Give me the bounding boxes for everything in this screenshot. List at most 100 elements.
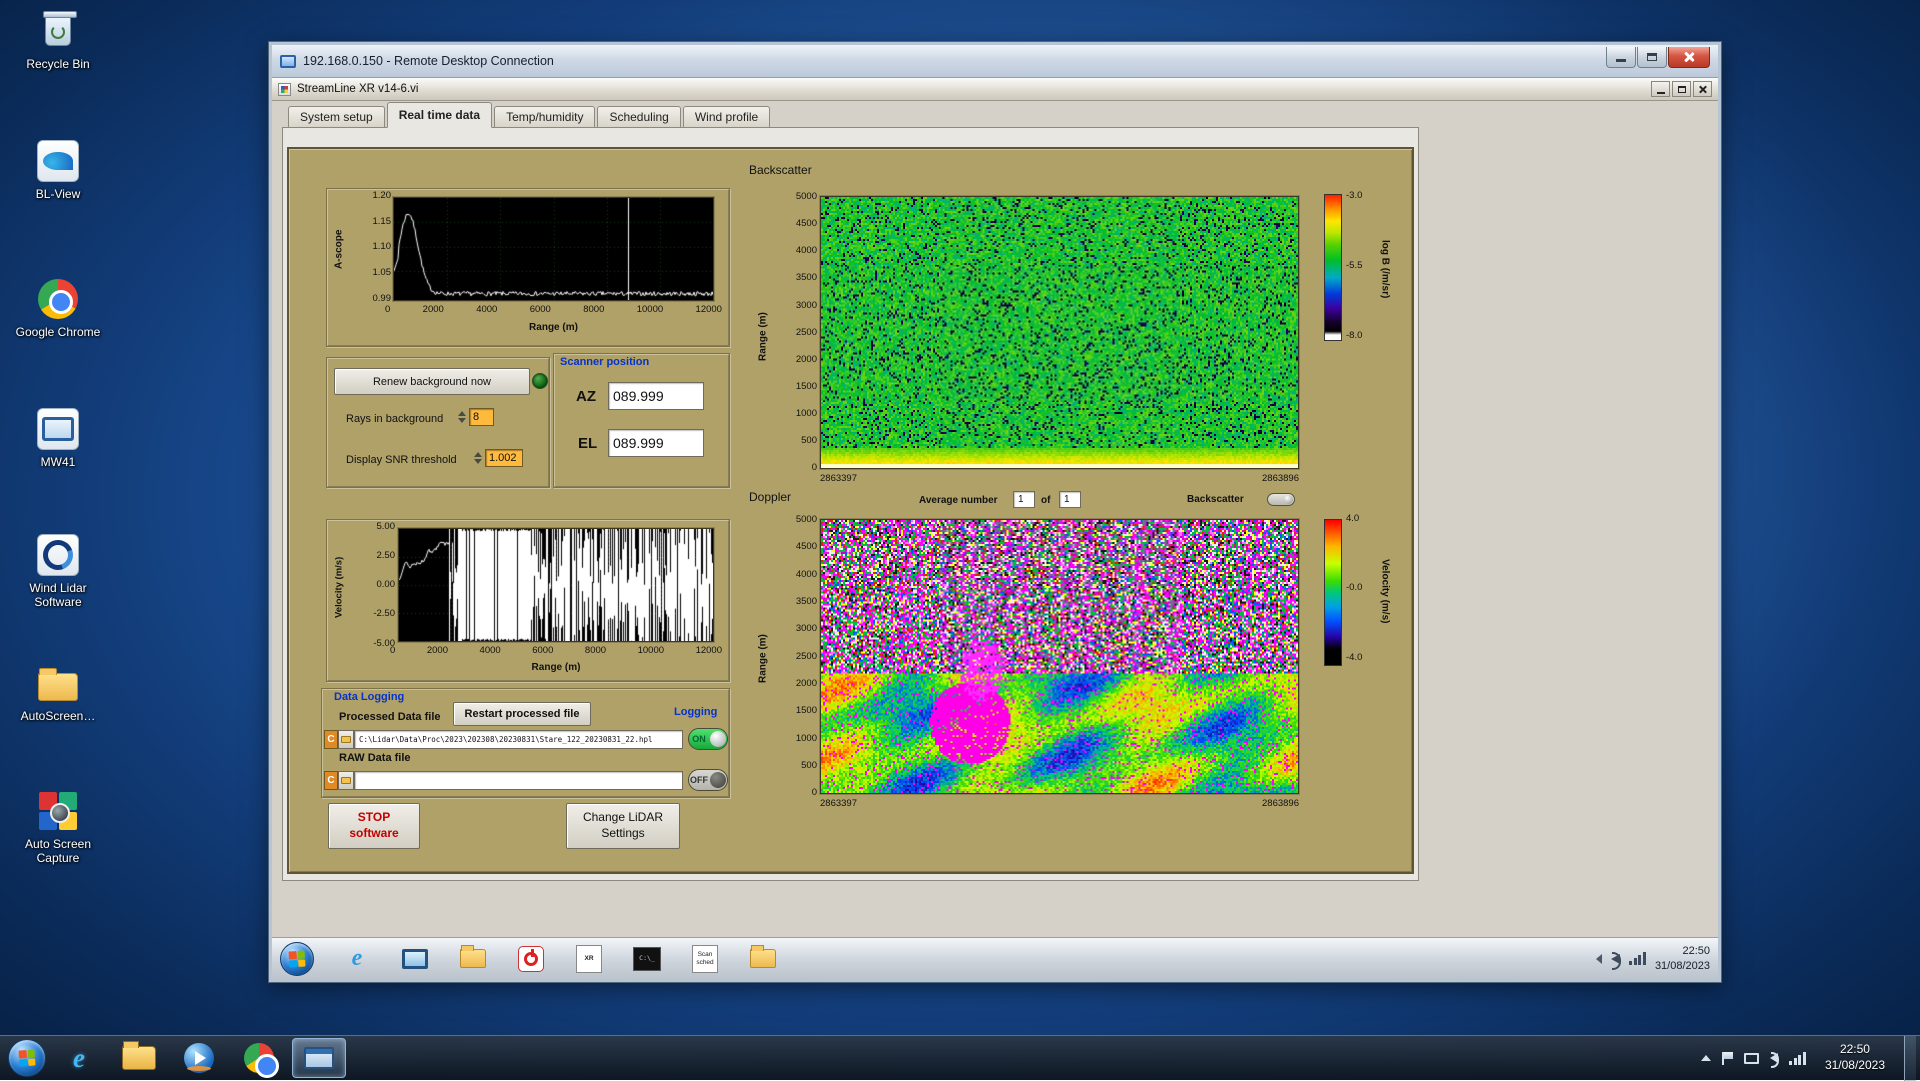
command-prompt-taskbar-icon[interactable]: C:\_ [632,944,662,974]
autoscreen-folder-icon [35,660,81,706]
processed-logging-toggle[interactable]: ON [688,728,728,750]
tab-real-time-data[interactable]: Real time data [387,102,492,128]
velocity-canvas [399,529,713,641]
desktop-icon-autoscreen[interactable]: AutoScreen… [10,660,106,724]
desktop-icon-bl-view[interactable]: BL-View [10,138,106,202]
stop-app-taskbar-icon[interactable] [516,944,546,974]
display-icon[interactable] [1744,1053,1759,1064]
rdp-maximize-button[interactable] [1637,47,1667,68]
tab-scheduling[interactable]: Scheduling [597,106,680,127]
desktop-icon-wind-lidar-software[interactable]: Wind Lidar Software [10,532,106,610]
minimize-icon [1657,92,1665,94]
tick-label: 4000 [476,305,497,315]
app-minimize-button[interactable] [1651,81,1670,97]
folder2-taskbar-icon[interactable] [748,944,778,974]
folder-icon [122,1046,156,1070]
tick-label: 8000 [583,305,604,315]
rdp-titlebar[interactable]: 192.168.0.150 - Remote Desktop Connectio… [272,45,1718,78]
app-restore-button[interactable] [1672,81,1691,97]
raw-drive-box[interactable]: C [324,771,338,790]
raw-logging-toggle[interactable]: OFF [688,769,728,791]
taskbar-clock[interactable]: 22:50 31/08/2023 [1817,1042,1893,1073]
scanner-position-title: Scanner position [560,356,649,368]
chevron-left-icon[interactable] [1596,954,1602,964]
tick-label: 2863397 [820,474,857,484]
raw-file-path-field[interactable] [354,771,683,790]
remote-clock[interactable]: 22:50 31/08/2023 [1655,944,1710,973]
tick-label: 0.00 [377,580,396,590]
app-window-title: StreamLine XR v14-6.vi [297,83,1651,95]
az-field[interactable]: 089.999 [608,382,704,410]
tick-label: 0 [812,463,817,473]
scan-sched-taskbar-icon[interactable]: Scan sched [690,944,720,974]
backscatter-colorbar-ticks: -3.0-5.5-8.0 [1346,191,1362,340]
desktop-icon-auto-screen-capture[interactable]: Auto Screen Capture [10,788,106,866]
taskbar-ie-button[interactable]: e [52,1038,106,1078]
snr-spinner[interactable] [473,449,482,467]
tick-label: 1.20 [373,191,392,201]
taskbar-media-player-button[interactable] [172,1038,226,1078]
command-prompt-icon: C:\_ [633,947,661,971]
el-field[interactable]: 089.999 [608,429,704,457]
rdp-close-button[interactable] [1668,47,1710,68]
rdp-minimize-button[interactable] [1606,47,1636,68]
show-desktop-button[interactable] [1904,1036,1916,1081]
tab-label: Scheduling [609,110,668,124]
action-center-flag-icon[interactable] [1722,1052,1733,1065]
power-icon [518,946,544,972]
taskbar-rdp-button-active[interactable] [292,1038,346,1078]
network-icon[interactable] [1789,1052,1806,1065]
desktop-icon-label: Auto Screen Capture [12,838,104,866]
monitor-app-taskbar-icon[interactable] [400,944,430,974]
ascope-y-ticks: 1.201.151.101.050.99 [351,191,391,303]
system-tray: 22:50 31/08/2023 [1701,1036,1920,1080]
stop-software-button[interactable]: STOP software [328,803,420,849]
app-close-button[interactable] [1693,81,1712,97]
rays-spinner[interactable] [457,408,466,426]
tick-label: 4000 [796,570,817,580]
tab-temp-humidity[interactable]: Temp/humidity [494,106,595,127]
backscatter-colorbar-label: log B (/m/sr) [1377,204,1393,334]
ie-taskbar-icon[interactable]: e [342,944,372,974]
volume-icon[interactable] [1770,1053,1778,1063]
average-count-field[interactable]: 1 [1059,491,1081,508]
folder-taskbar-icon[interactable] [458,944,488,974]
remote-start-button[interactable] [280,942,314,976]
renew-background-button[interactable]: Renew background now [334,368,530,395]
start-button[interactable] [8,1039,46,1077]
doppler-y-axis-label: Range (m) [755,594,771,724]
show-hidden-icons-button[interactable] [1701,1055,1711,1061]
processed-file-path-field[interactable]: C:\Lidar\Data\Proc\2023\202308\20230831\… [354,730,683,749]
backscatter-display-toggle[interactable] [1267,493,1295,506]
change-lidar-settings-button[interactable]: Change LiDAR Settings [566,803,680,849]
restart-processed-file-button[interactable]: Restart processed file [453,702,591,726]
app-titlebar[interactable]: StreamLine XR v14-6.vi [272,78,1718,101]
rays-in-background-field[interactable]: 8 [469,408,494,426]
network-icon[interactable] [1629,952,1646,965]
raw-browse-button[interactable] [338,771,354,790]
tick-label: 2000 [796,679,817,689]
taskbar-explorer-button[interactable] [112,1038,166,1078]
tab-system-setup[interactable]: System setup [288,106,385,127]
velocity-y-axis-label: Velocity (m/s) [331,528,347,646]
taskbar-chrome-button[interactable] [232,1038,286,1078]
remote-quick-launch: e XR C:\_ Scan sched [342,944,778,974]
tab-wind-profile[interactable]: Wind profile [683,106,770,127]
folder-icon [341,777,351,784]
snr-threshold-field[interactable]: 1.002 [485,449,523,467]
xr-vi-taskbar-icon[interactable]: XR [574,944,604,974]
tick-label: 1500 [796,382,817,392]
desktop-icon-mw41[interactable]: MW41 [10,406,106,470]
tick-label: 1.05 [373,268,392,278]
tick-label: 0 [390,646,395,656]
volume-icon[interactable] [1611,954,1620,964]
average-number-field[interactable]: 1 [1013,491,1035,508]
ascope-graph-group: A-scope 1.201.151.101.050.99 02000400060… [326,188,730,347]
desktop-icon-recycle-bin[interactable]: Recycle Bin [10,8,106,72]
ie-icon: e [73,1043,85,1074]
wind-lidar-icon [35,532,81,578]
processed-drive-box[interactable]: C [324,730,338,749]
processed-browse-button[interactable] [338,730,354,749]
desktop-icon-google-chrome[interactable]: Google Chrome [10,276,106,340]
chrome-icon [244,1043,274,1073]
